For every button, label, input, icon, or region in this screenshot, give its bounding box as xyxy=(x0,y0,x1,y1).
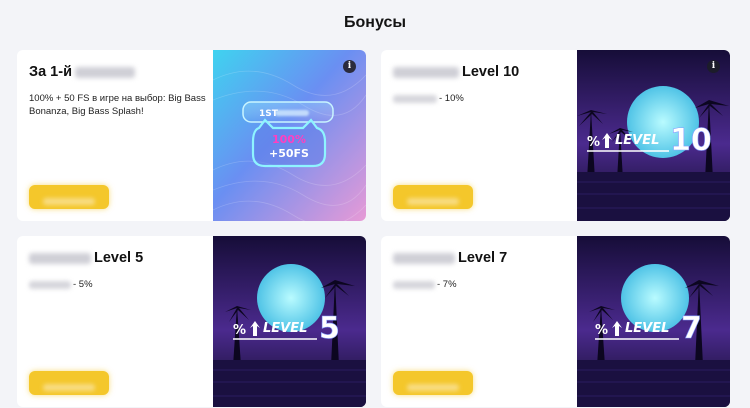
claim-button[interactable] xyxy=(29,371,109,395)
blurred-title-word xyxy=(29,252,91,264)
card-body: За 1-й 100% + 50 FS в игре на выбор: Big… xyxy=(17,50,213,221)
bonus-card-cashback-level-10: Level 10 - 10% % LEVEL 10 i xyxy=(381,50,730,221)
claim-button[interactable] xyxy=(393,371,473,395)
card-body: Level 10 - 10% xyxy=(381,50,577,221)
card-title-text: Level 10 xyxy=(462,64,520,80)
bonus-image-first-deposit: 1ST 100% +50FS i xyxy=(212,50,366,221)
level-word-text: LEVEL xyxy=(263,321,307,336)
card-title-text: За 1-й xyxy=(29,64,72,80)
card-title-text: Level 5 xyxy=(94,250,144,266)
level-number-text: 7 xyxy=(681,311,702,346)
card-description-text: - 10% xyxy=(439,93,464,104)
bonus-image-level-5: % LEVEL 5 xyxy=(213,236,366,407)
card-description-text: 100% + 50 FS в игре на выбор: Big Bass B… xyxy=(29,93,206,117)
card-title-text: Level 7 xyxy=(458,250,508,266)
card-description: - 7% xyxy=(393,278,577,291)
bonus-card-first-deposit: За 1-й 100% + 50 FS в игре на выбор: Big… xyxy=(17,50,366,221)
bonus-card-cashback-level-7: Level 7 - 7% % LEVEL 7 xyxy=(381,236,730,407)
card-body: Level 5 - 5% xyxy=(17,236,213,407)
info-icon[interactable]: i xyxy=(343,60,356,73)
svg-text:%: % xyxy=(595,323,608,338)
card-title: За 1-й xyxy=(29,64,213,80)
page-title: Бонусы xyxy=(344,14,406,31)
card-title: Level 10 xyxy=(393,64,577,80)
card-description: 100% + 50 FS в игре на выбор: Big Bass B… xyxy=(29,92,213,118)
svg-text:%: % xyxy=(587,135,600,150)
badge-fs-text: +50FS xyxy=(269,147,309,160)
blurred-title-word xyxy=(393,252,455,264)
blurred-title-word xyxy=(393,66,459,78)
blurred-desc-word xyxy=(393,280,435,289)
level-word-text: LEVEL xyxy=(625,321,669,336)
bonus-card-cashback-level-5: Level 5 - 5% % LEVEL 5 xyxy=(17,236,366,407)
claim-button[interactable] xyxy=(393,185,473,209)
card-description-text: - 5% xyxy=(73,279,93,290)
bonus-image-level-7: % LEVEL 7 xyxy=(577,236,730,407)
card-title: Level 5 xyxy=(29,250,213,266)
level-number-text: 5 xyxy=(319,311,340,346)
card-body: Level 7 - 7% xyxy=(381,236,577,407)
level-number-text: 10 xyxy=(670,123,712,158)
badge-percent-text: 100% xyxy=(272,133,306,146)
level-word-text: LEVEL xyxy=(615,133,659,148)
blurred-desc-word xyxy=(393,94,437,103)
claim-button[interactable] xyxy=(29,185,109,209)
bonus-image-level-10: % LEVEL 10 i xyxy=(577,50,730,221)
info-icon[interactable]: i xyxy=(707,60,720,73)
blurred-title-word xyxy=(74,66,135,78)
card-title: Level 7 xyxy=(393,250,577,266)
card-description: - 5% xyxy=(29,278,213,291)
svg-text:%: % xyxy=(233,323,246,338)
card-description: - 10% xyxy=(393,92,577,105)
blurred-desc-word xyxy=(29,280,71,289)
card-description-text: - 7% xyxy=(437,279,457,290)
